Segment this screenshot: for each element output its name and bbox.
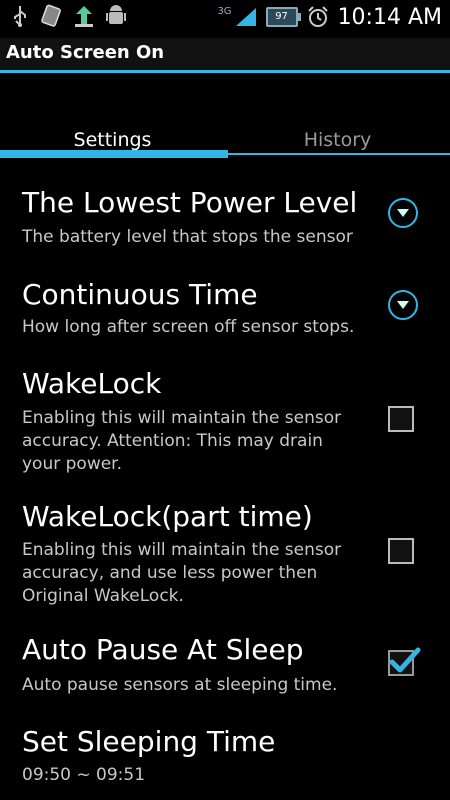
setting-summary: How long after screen off sensor stops. [22, 317, 355, 337]
upload-icon [72, 3, 96, 29]
network-type-label: 3G [217, 5, 232, 17]
tab-active-indicator [0, 150, 228, 158]
usb-icon [8, 3, 32, 29]
setting-title: Set Sleeping Time [22, 725, 276, 758]
android-debug-icon [104, 3, 128, 29]
setting-summary: Auto pause sensors at sleeping time. [22, 675, 338, 695]
setting-summary: 09:50 ~ 09:51 [22, 765, 146, 785]
wakelock-checkbox[interactable] [388, 406, 414, 432]
setting-title: Continuous Time [22, 278, 258, 311]
setting-wakelock-part-time[interactable]: WakeLock(part time) Enabling this will m… [0, 500, 450, 610]
setting-title: The Lowest Power Level [22, 186, 358, 219]
setting-title: Auto Pause At Sleep [22, 633, 304, 666]
setting-title: WakeLock [22, 367, 162, 400]
setting-summary: Enabling this will maintain the sensor a… [22, 408, 342, 474]
wakelock-part-time-checkbox[interactable] [388, 538, 414, 564]
setting-auto-pause-at-sleep[interactable]: Auto Pause At Sleep Auto pause sensors a… [0, 633, 450, 703]
setting-summary: Enabling this will maintain the sensor a… [22, 540, 342, 606]
app-title-bar: Auto Screen On [0, 38, 450, 73]
status-clock: 10:14 AM [337, 4, 442, 30]
app-title: Auto Screen On [6, 42, 165, 63]
setting-summary: The battery level that stops the sensor [22, 227, 353, 247]
battery-icon: 97 [265, 7, 301, 27]
alarm-icon [306, 4, 330, 30]
app-icon [40, 3, 64, 29]
setting-lowest-power-level[interactable]: The Lowest Power Level The battery level… [0, 186, 450, 256]
setting-set-sleeping-time[interactable]: Set Sleeping Time 09:50 ~ 09:51 [0, 725, 450, 795]
auto-pause-checkbox[interactable] [388, 647, 421, 676]
setting-continuous-time[interactable]: Continuous Time How long after screen of… [0, 278, 450, 348]
dropdown-button[interactable] [388, 290, 418, 320]
chevron-down-icon [397, 301, 409, 309]
signal-icon [234, 4, 258, 30]
setting-title: WakeLock(part time) [22, 500, 313, 533]
dropdown-button[interactable] [388, 198, 418, 228]
setting-wakelock[interactable]: WakeLock Enabling this will maintain the… [0, 367, 450, 477]
status-bar: 3G 97 10:14 AM [0, 0, 450, 38]
chevron-down-icon [397, 209, 409, 217]
checkmark-icon [389, 647, 421, 673]
